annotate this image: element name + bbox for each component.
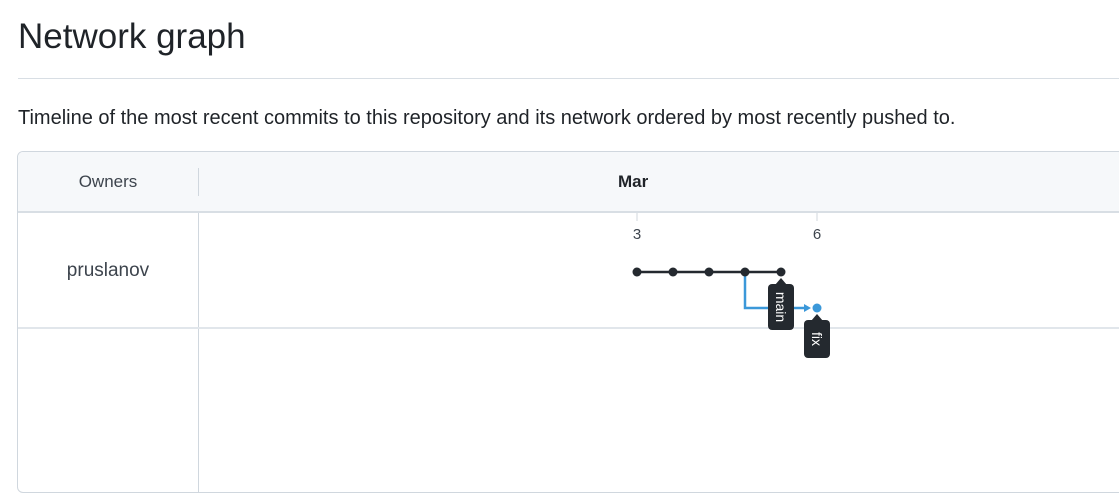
- network-graph-panel: Owners Mar pruslanov 3 6 main fix: [17, 151, 1119, 493]
- header-divider: [198, 168, 199, 196]
- branch-tag-text: main: [773, 292, 789, 322]
- owner-row-pruslanov[interactable]: pruslanov: [18, 213, 198, 328]
- owners-column-header: Owners: [78, 171, 138, 191]
- page-title: Network graph: [18, 17, 246, 56]
- commit-dot-main[interactable]: [740, 267, 750, 277]
- commit-dot-main[interactable]: [668, 267, 678, 277]
- page-description: Timeline of the most recent commits to t…: [18, 107, 956, 129]
- commit-dot-main[interactable]: [632, 267, 642, 277]
- month-label: Mar: [618, 172, 649, 191]
- day-label: 3: [633, 226, 641, 243]
- branch-tag-text: fix: [809, 332, 825, 346]
- network-header: Owners Mar: [18, 152, 1119, 213]
- day-label: 6: [813, 226, 821, 243]
- title-divider: [18, 78, 1119, 79]
- branch-label-fix[interactable]: fix: [804, 314, 830, 358]
- commit-dot-main[interactable]: [704, 267, 714, 277]
- branch-tag-pointer: [811, 314, 823, 321]
- branch-tag-pointer: [775, 278, 787, 285]
- commit-dot-fix[interactable]: [812, 303, 822, 313]
- branch-label-main[interactable]: main: [768, 278, 794, 330]
- network-graph-canvas[interactable]: 3 6 main fix: [199, 213, 1119, 493]
- fix-branch-arrow-icon: [804, 304, 811, 312]
- commit-dot-main[interactable]: [776, 267, 786, 277]
